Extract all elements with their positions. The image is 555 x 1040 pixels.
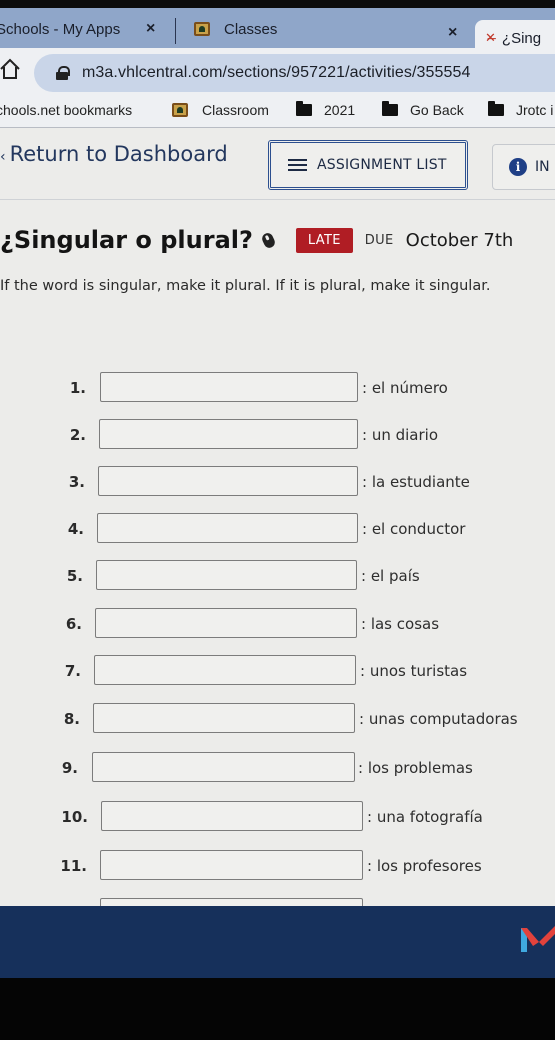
page-content: ‹ Return to Dashboard ASSIGNMENT LIST i I…: [0, 128, 555, 928]
question-prompt: : unos turistas: [360, 662, 468, 680]
question-number: 10.: [61, 808, 88, 826]
tab-schools-my-apps[interactable]: Schools - My Apps ×: [0, 12, 168, 46]
question-prompt: : el país: [361, 567, 420, 585]
question-prompt: : la estudiante: [362, 473, 470, 491]
info-label: IN: [535, 159, 550, 175]
question-number: 2.: [69, 426, 86, 444]
folder-icon: [488, 101, 504, 116]
lock-icon: [56, 66, 70, 80]
vhl-icon: ✕̶: [485, 30, 496, 45]
answer-input[interactable]: [101, 801, 363, 831]
tab-classes[interactable]: Classes ×: [188, 12, 478, 46]
site-footer: [0, 906, 555, 978]
bookmarks-bar: chools.net bookmarks Classroom 2021 Go B…: [0, 96, 555, 128]
question-prompt: : unas computadoras: [359, 710, 518, 728]
tab-title: ¿Sing: [501, 29, 542, 47]
activity-nav: ‹ Return to Dashboard ASSIGNMENT LIST i I…: [0, 128, 555, 200]
mouse-icon: [260, 230, 277, 250]
due-date: October 7th: [405, 229, 514, 251]
info-icon: i: [509, 158, 527, 176]
question-item: 2. : un diario: [0, 419, 555, 451]
question-item: 4. : el conductor: [0, 513, 555, 545]
question-item: 1. : el número: [0, 372, 555, 404]
home-icon[interactable]: [0, 58, 20, 80]
bookmark-schools-net[interactable]: chools.net bookmarks: [0, 102, 132, 118]
instructions: If the word is singular, make it plural.…: [0, 278, 491, 294]
question-item: 9. : los problemas: [0, 752, 555, 784]
tab-title: Schools - My Apps: [0, 20, 121, 38]
question-prompt: : una fotografía: [367, 808, 483, 826]
close-icon[interactable]: ×: [146, 20, 155, 38]
bookmark-go-back[interactable]: Go Back: [382, 101, 464, 118]
tab-separator: [175, 18, 176, 44]
tab-title: Classes: [224, 20, 278, 38]
question-number: 1.: [69, 379, 86, 397]
answer-input[interactable]: [99, 419, 358, 449]
status-badge: LATE: [295, 227, 353, 253]
question-prompt: : el conductor: [362, 520, 466, 538]
due-label: DUE: [364, 232, 394, 248]
question-number: 6.: [65, 615, 82, 633]
assignment-list-label: ASSIGNMENT LIST: [317, 157, 447, 173]
question-number: 8.: [63, 710, 80, 728]
question-number: 9.: [61, 759, 78, 777]
question-prompt: : un diario: [362, 426, 438, 444]
answer-input[interactable]: [92, 752, 355, 782]
question-number: 5.: [66, 567, 83, 585]
page-title: ¿Singular o plural?: [0, 226, 253, 254]
bookmark-classroom[interactable]: Classroom: [168, 102, 269, 118]
folder-icon: [382, 101, 398, 116]
close-icon[interactable]: ×: [448, 24, 457, 42]
browser-toolbar: m3a.vhlcentral.com/sections/957221/activ…: [0, 48, 555, 98]
return-to-dashboard-link[interactable]: ‹ Return to Dashboard: [0, 142, 228, 166]
question-prompt: : el número: [362, 379, 448, 397]
answer-input[interactable]: [95, 608, 357, 638]
assignment-list-button[interactable]: ASSIGNMENT LIST: [268, 140, 468, 190]
folder-icon: [296, 101, 312, 116]
question-prompt: : las cosas: [361, 615, 440, 633]
question-item: 10. : una fotografía: [0, 801, 555, 833]
vhl-logo-icon: [521, 926, 555, 952]
chevron-left-icon: ‹: [0, 149, 6, 165]
question-item: 3. : la estudiante: [0, 466, 555, 498]
question-item: 6. : las cosas: [0, 608, 555, 640]
question-number: 3.: [68, 473, 85, 491]
activity-header: ¿Singular o plural? LATE DUE October 7th: [0, 220, 555, 260]
bookmark-jrotc[interactable]: Jrotc i: [488, 101, 554, 118]
answer-input[interactable]: [93, 703, 355, 733]
list-icon: [288, 158, 307, 172]
bookmark-2021[interactable]: 2021: [296, 101, 356, 118]
return-label: Return to Dashboard: [9, 142, 228, 166]
answer-input[interactable]: [100, 372, 358, 402]
url-text[interactable]: m3a.vhlcentral.com/sections/957221/activ…: [82, 64, 471, 82]
answer-input[interactable]: [100, 850, 363, 880]
bookmark-label: chools.net bookmarks: [0, 102, 133, 118]
answer-input[interactable]: [94, 655, 356, 685]
answer-input[interactable]: [98, 466, 358, 496]
bookmark-label: Go Back: [410, 102, 464, 118]
question-number: 11.: [60, 857, 87, 875]
answer-input[interactable]: [96, 560, 357, 590]
answer-input[interactable]: [97, 513, 358, 543]
question-number: 7.: [64, 662, 81, 680]
bookmark-label: Classroom: [202, 102, 269, 118]
question-prompt: : los problemas: [358, 759, 473, 777]
google-classroom-icon: [194, 22, 210, 36]
bookmark-label: Jrotc i: [516, 102, 554, 118]
question-item: 11. : los profesores: [0, 850, 555, 882]
browser-tab-strip: Schools - My Apps × Classes × ✕̶ ¿Sing: [0, 8, 555, 56]
question-prompt: : los profesores: [367, 857, 482, 875]
question-item: 7. : unos turistas: [0, 655, 555, 687]
question-number: 4.: [67, 520, 84, 538]
question-item: 8. : unas computadoras: [0, 703, 555, 735]
info-button[interactable]: i IN: [492, 144, 555, 190]
bookmark-label: 2021: [324, 102, 356, 118]
address-bar[interactable]: m3a.vhlcentral.com/sections/957221/activ…: [34, 54, 555, 92]
google-classroom-icon: [172, 103, 188, 117]
question-item: 5. : el país: [0, 560, 555, 592]
